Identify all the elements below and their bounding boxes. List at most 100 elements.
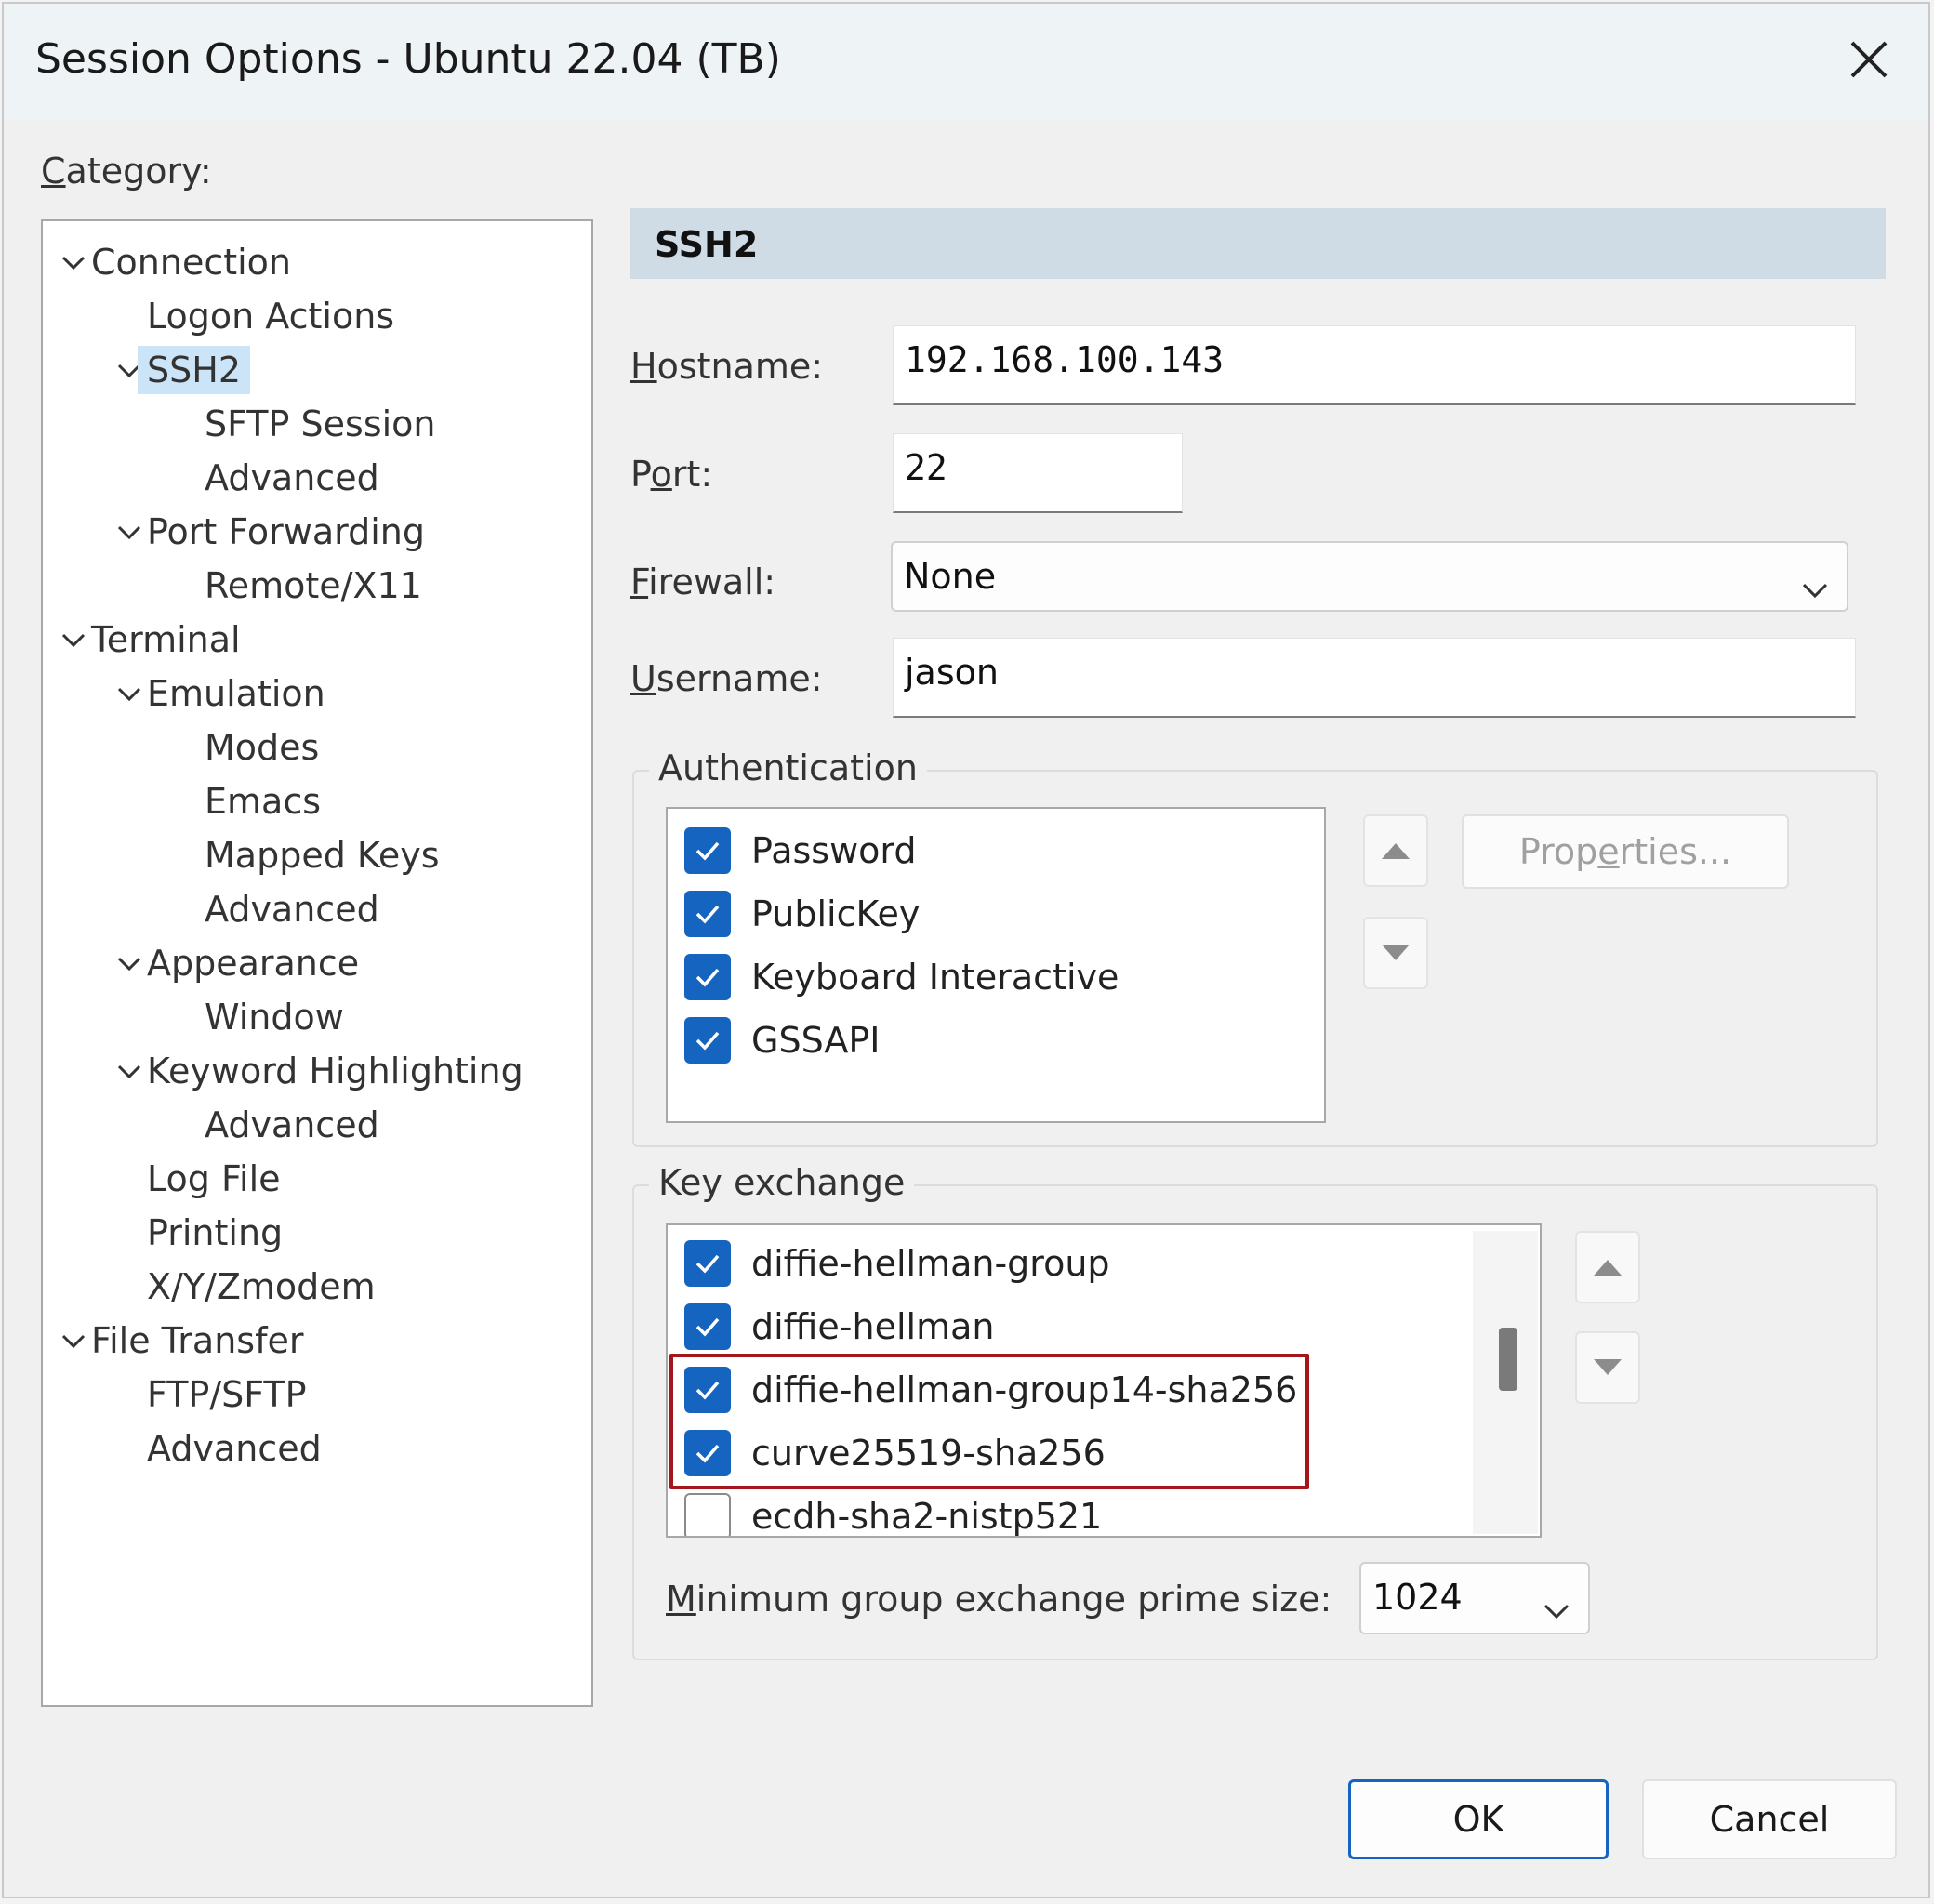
list-item-label: PublicKey [751, 893, 921, 934]
authentication-list[interactable]: Password PublicKey Keyboard Interactive GSS… [666, 807, 1326, 1123]
tree-item[interactable]: File Transfer [43, 1316, 591, 1365]
key-exchange-group-title: Key exchange [649, 1162, 915, 1203]
tree-item-label: File Transfer [91, 1320, 304, 1361]
tree-item[interactable]: Emulation [43, 669, 591, 718]
tree-item-label: Log File [147, 1158, 281, 1199]
tree-item[interactable]: Advanced [43, 885, 591, 933]
key-exchange-scrollbar[interactable] [1473, 1231, 1538, 1534]
tree-item[interactable]: Terminal [43, 615, 591, 664]
ok-button[interactable]: OK [1348, 1779, 1609, 1859]
list-item[interactable]: diffie-hellman-group14-sha256 [684, 1361, 1297, 1419]
firewall-value: None [904, 556, 997, 597]
list-item-label: ecdh-sha2-nistp521 [751, 1496, 1103, 1537]
min-prime-select[interactable]: 1024 [1359, 1562, 1590, 1634]
tree-item-label: Remote/X11 [205, 565, 422, 606]
tree-item-label: Emulation [147, 673, 325, 714]
checkbox-unchecked[interactable] [684, 1493, 731, 1536]
hostname-input[interactable]: 192.168.100.143 [893, 325, 1856, 405]
check-icon [695, 905, 720, 924]
tree-item-label: Advanced [205, 1104, 379, 1145]
tree-item-label: Advanced [205, 457, 379, 498]
tree-item[interactable]: Connection [43, 238, 591, 286]
tree-item[interactable]: Emacs [43, 777, 591, 826]
chevron-down-icon [1798, 562, 1832, 599]
tree-item[interactable]: Logon Actions [43, 292, 591, 340]
session-options-dialog: Session Options - Ubuntu 22.04 (TB) Cate… [2, 2, 1930, 1898]
check-icon [695, 1254, 720, 1274]
tree-item[interactable]: Window [43, 993, 591, 1041]
check-icon [695, 1317, 720, 1337]
tree-item[interactable]: FTP/SFTP [43, 1370, 591, 1419]
list-item[interactable]: GSSAPI [684, 1012, 881, 1069]
tree-item[interactable]: Advanced [43, 1101, 591, 1149]
tree-item[interactable]: SSH2 [43, 346, 591, 394]
list-item[interactable]: curve25519-sha256 [684, 1424, 1106, 1482]
tree-item[interactable]: X/Y/Zmodem [43, 1263, 591, 1311]
firewall-label: Firewall: [630, 562, 776, 602]
tree-item[interactable]: Port Forwarding [43, 508, 591, 556]
list-item-label: Password [751, 830, 917, 871]
list-item[interactable]: Password [684, 822, 917, 879]
list-item-label: GSSAPI [751, 1020, 881, 1061]
tree-item-label: Keyword Highlighting [147, 1051, 523, 1091]
port-label: Port: [630, 454, 713, 495]
checkbox-checked[interactable] [684, 954, 731, 1000]
checkbox-checked[interactable] [684, 1367, 731, 1413]
close-button[interactable] [1839, 30, 1899, 89]
close-icon [1850, 41, 1888, 78]
cancel-button[interactable]: Cancel [1642, 1779, 1897, 1859]
check-icon [695, 1031, 720, 1051]
tree-item[interactable]: Advanced [43, 454, 591, 502]
checkbox-checked[interactable] [684, 891, 731, 937]
checkbox-checked[interactable] [684, 1017, 731, 1064]
tree-item[interactable]: Advanced [43, 1424, 591, 1473]
firewall-select[interactable]: None [891, 541, 1848, 612]
tree-item[interactable]: Printing [43, 1209, 591, 1257]
list-item[interactable]: diffie-hellman [684, 1298, 994, 1355]
tree-item-label: Terminal [91, 619, 241, 660]
list-item-label: Keyboard Interactive [751, 957, 1119, 998]
tree-item[interactable]: Keyword Highlighting [43, 1047, 591, 1095]
checkbox-checked[interactable] [684, 1303, 731, 1350]
list-item[interactable]: diffie-hellman-group [684, 1235, 1110, 1292]
window-title: Session Options - Ubuntu 22.04 (TB) [35, 35, 781, 83]
list-item-label: curve25519-sha256 [751, 1433, 1106, 1474]
tree-item[interactable]: Remote/X11 [43, 562, 591, 610]
checkbox-checked[interactable] [684, 827, 731, 874]
list-item-label: diffie-hellman-group [751, 1243, 1110, 1284]
username-input[interactable]: jason [893, 638, 1856, 718]
tree-item-label: Mapped Keys [205, 835, 440, 876]
category-label: Category: [41, 151, 212, 192]
triangle-down-icon [1382, 945, 1410, 960]
checkbox-checked[interactable] [684, 1430, 731, 1476]
triangle-up-icon [1382, 843, 1410, 859]
category-tree[interactable]: Connection Logon Actions SSH2 SFTP Session A… [41, 219, 593, 1707]
hostname-label: Hostname: [630, 346, 824, 387]
scrollbar-thumb[interactable] [1499, 1328, 1517, 1391]
tree-item[interactable]: SFTP Session [43, 400, 591, 448]
tree-item-label: SSH2 [138, 346, 250, 394]
check-icon [695, 968, 720, 987]
key-exchange-list[interactable]: diffie-hellman-group diffie-hellman diffie… [666, 1223, 1542, 1538]
auth-move-down-button[interactable] [1363, 917, 1428, 989]
list-item[interactable]: ecdh-sha2-nistp521 [684, 1488, 1103, 1537]
port-input[interactable]: 22 [893, 433, 1183, 513]
tree-item[interactable]: Log File [43, 1155, 591, 1203]
kex-move-down-button[interactable] [1575, 1331, 1640, 1404]
checkbox-checked[interactable] [684, 1240, 731, 1287]
tree-item-label: Advanced [147, 1428, 322, 1469]
title-bar: Session Options - Ubuntu 22.04 (TB) [4, 4, 1928, 119]
auth-move-up-button[interactable] [1363, 814, 1428, 887]
tree-item-label: X/Y/Zmodem [147, 1266, 376, 1307]
triangle-up-icon [1594, 1260, 1622, 1276]
tree-item[interactable]: Mapped Keys [43, 831, 591, 879]
kex-move-up-button[interactable] [1575, 1231, 1640, 1303]
tree-item-label: Window [205, 997, 344, 1038]
list-item-label: diffie-hellman [751, 1306, 995, 1347]
tree-item-label: Port Forwarding [147, 511, 425, 552]
tree-item[interactable]: Modes [43, 723, 591, 772]
list-item[interactable]: Keyboard Interactive [684, 948, 1119, 1006]
tree-item[interactable]: Appearance [43, 939, 591, 987]
list-item[interactable]: PublicKey [684, 885, 920, 943]
properties-button[interactable]: Properties... [1462, 814, 1789, 889]
